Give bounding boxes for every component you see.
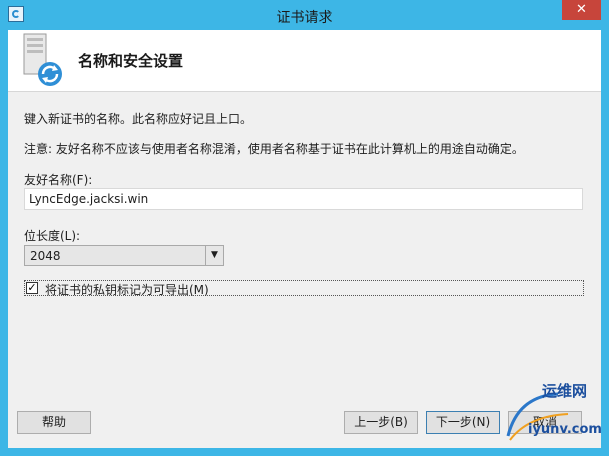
friendly-name-input[interactable]: LyncEdge.jacksi.win — [24, 188, 583, 210]
next-button[interactable]: 下一步(N) — [426, 411, 500, 434]
certificate-server-icon — [23, 33, 62, 86]
chevron-down-icon[interactable]: ▼ — [205, 246, 223, 265]
bit-length-label: 位长度(L): — [24, 229, 81, 243]
bit-length-dropdown[interactable]: 2048 ▼ — [24, 245, 224, 266]
help-button[interactable]: 帮助 — [17, 411, 91, 434]
exportable-checkbox[interactable]: ✓ — [26, 282, 38, 294]
watermark-domain: iyunv.com — [528, 422, 602, 437]
exportable-label[interactable]: 将证书的私钥标记为可导出(M) — [45, 281, 209, 298]
instruction-text: 键入新证书的名称。此名称应好记且上口。 — [24, 112, 253, 126]
exportable-key-option[interactable]: ✓ 将证书的私钥标记为可导出(M) — [24, 280, 584, 298]
window-title: 证书请求 — [276, 10, 333, 26]
wizard-header: 名称和安全设置 — [8, 30, 601, 92]
watermark-title: 运维网 — [542, 382, 588, 400]
certificate-request-window: 证书请求 ✕ 名称和安全设置 键入新证书的名称。此名称应好记且上口。 注意: 友… — [0, 0, 609, 456]
close-button[interactable]: ✕ — [562, 0, 601, 20]
bit-length-value: 2048 — [30, 249, 61, 263]
friendly-name-label: 友好名称(F): — [24, 173, 93, 187]
watermark-logo: 运维网 iyunv.com — [498, 376, 606, 452]
page-title: 名称和安全设置 — [78, 52, 184, 70]
back-button[interactable]: 上一步(B) — [344, 411, 418, 434]
note-text: 注意: 友好名称不应该与使用者名称混淆，使用者名称基于证书在此计算机上的用途自动… — [24, 142, 524, 156]
title-bar[interactable]: 证书请求 ✕ — [0, 0, 609, 30]
